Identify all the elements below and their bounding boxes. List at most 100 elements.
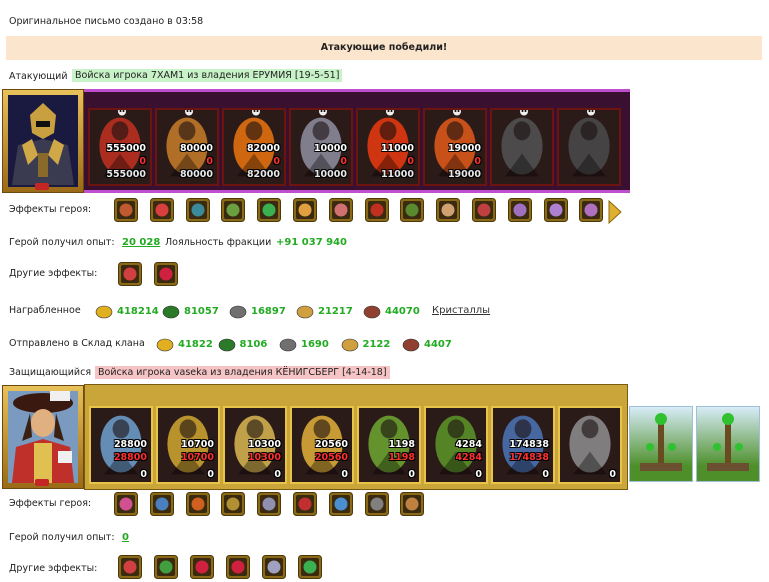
unit-lost: 0 <box>407 156 414 167</box>
defender-unit-griffin-knight[interactable]: 10700 10700 0 <box>156 406 220 484</box>
clan-gold-icon <box>156 335 174 353</box>
reward-wood-icon <box>162 302 180 320</box>
attacker-unit-dark-reaper[interactable] <box>557 108 621 186</box>
attacker-unit-flame-elemental[interactable]: 11000 0 11000 <box>356 108 420 186</box>
defender-mage-tower[interactable] <box>696 406 760 482</box>
attacker-effect-ring-icon[interactable] <box>543 198 568 222</box>
defender-name-badge[interactable]: Войска игрока vaseka из владения КЁНИГСБ… <box>95 366 390 379</box>
defender-unit-ghost-knight[interactable]: 0 <box>558 406 622 484</box>
defender-unit-elf-archer[interactable]: 1198 1198 0 <box>357 406 421 484</box>
defender-effect-crown-icon[interactable] <box>221 492 246 516</box>
reward-value: 44070 <box>385 306 420 317</box>
unit-remaining: 10000 <box>313 169 347 180</box>
unit-count: 20560 <box>314 439 348 450</box>
attacker-unit-shadow-beast[interactable] <box>490 108 554 186</box>
attacker-effect-scroll-icon[interactable] <box>579 198 604 222</box>
clan-value: 8106 <box>239 339 268 350</box>
cavalier-hero-art <box>8 391 78 483</box>
attacker-effect-armored-fist-icon[interactable] <box>114 198 138 222</box>
attacker-effect-open-hand-icon[interactable] <box>328 198 353 222</box>
defender-unit-castle-walls[interactable]: 28800 28800 0 <box>89 406 153 484</box>
unit-remaining: 0 <box>274 469 281 480</box>
defender-other-effect-sword-heart-icon[interactable] <box>118 555 142 579</box>
attacker-unit-stone-dragon[interactable]: 10000 0 10000 <box>289 108 353 186</box>
defender-unit-druid[interactable]: 4284 4284 0 <box>424 406 488 484</box>
reward-value: 21217 <box>318 306 353 317</box>
defender-unit-golden-griffin[interactable]: 20560 20560 0 <box>290 406 354 484</box>
attacker-effect-horn-icon[interactable] <box>436 198 461 222</box>
defender-mage-tower[interactable] <box>629 406 693 482</box>
skull-icon <box>318 110 328 117</box>
defender-hero-portrait[interactable] <box>2 385 84 489</box>
attacker-other-effect-hearts-icon[interactable] <box>154 262 178 286</box>
defender-xp-value[interactable]: 0 <box>122 532 129 543</box>
attacker-effect-shield-icon[interactable] <box>185 198 210 222</box>
armored-hero-art <box>8 95 78 187</box>
unit-lost: 1198 <box>388 452 415 463</box>
unit-count: 1198 <box>388 439 415 450</box>
defender-unit-crusader[interactable]: 174838 174838 0 <box>491 406 555 484</box>
attacker-effect-handshake-icon[interactable] <box>293 198 317 222</box>
unit-remaining: 80000 <box>179 169 213 180</box>
unit-lost: 28800 <box>113 452 147 463</box>
unit-count: 11000 <box>380 143 414 154</box>
attacker-effect-dice-icon[interactable] <box>149 198 174 222</box>
defender-other-effect-sword-icon[interactable] <box>298 555 322 579</box>
attacker-effect-claw-icon[interactable] <box>507 198 532 222</box>
attacker-effect-chest-icon[interactable] <box>472 198 496 222</box>
attacker-effect-xp-icon[interactable] <box>364 198 389 222</box>
attacker-unit-red-demon[interactable]: 555000 0 555000 <box>88 108 152 186</box>
crystals-link[interactable]: Кристаллы <box>432 305 490 316</box>
attacker-hero-portrait[interactable] <box>2 89 84 193</box>
defender-other-effect-arrow-icon[interactable] <box>154 555 178 579</box>
attacker-unit-fire-demon[interactable]: 82000 0 82000 <box>222 108 286 186</box>
defender-effect-horse-icon[interactable] <box>328 492 353 516</box>
reward-ore-icon <box>229 302 247 320</box>
attacker-effect-xp-tree-icon[interactable] <box>400 198 425 222</box>
defender-effect-castle-icon[interactable] <box>114 492 138 516</box>
defender-hero-effects-label: Эффекты героя: <box>9 498 92 509</box>
hero-crest <box>35 183 49 190</box>
defender-effect-blade-icon[interactable] <box>364 492 389 516</box>
attacker-effect-sword-icon[interactable] <box>257 198 282 222</box>
defender-effect-wings-icon[interactable] <box>257 492 282 516</box>
attacker-unit-lich-sorcerer[interactable]: 80000 0 80000 <box>155 108 219 186</box>
clan-wood-icon <box>218 335 236 353</box>
unit-remaining: 0 <box>341 469 348 480</box>
unit-count: 10000 <box>313 143 347 154</box>
skull-icon <box>519 110 529 117</box>
skull-icon <box>251 110 261 117</box>
defender-other-effect-heart-icon[interactable] <box>190 555 214 579</box>
scroll-right-arrow-icon[interactable] <box>608 199 622 225</box>
attacker-other-effect-sword-heart-icon[interactable] <box>118 262 142 286</box>
defender-effect-fire-shield-icon[interactable] <box>185 492 210 516</box>
unit-lost: 20560 <box>314 452 348 463</box>
attacker-xp-value[interactable]: 20 028 <box>122 237 160 248</box>
unit-remaining: 0 <box>207 469 214 480</box>
unit-lost: 10300 <box>247 452 281 463</box>
attacker-effect-gauntlet-icon[interactable] <box>221 198 246 222</box>
defender-unit-paladin[interactable]: 10300 10300 0 <box>223 406 287 484</box>
unit-remaining: 555000 <box>106 169 146 180</box>
attacker-name-badge[interactable]: Войска игрока 7XAM1 из владения ЕРУМИЯ [… <box>72 69 343 82</box>
defender-other-effect-blade-icon[interactable] <box>262 555 286 579</box>
hero-crest <box>35 479 49 486</box>
unit-remaining: 19000 <box>447 169 481 180</box>
clan-value: 4407 <box>424 339 452 350</box>
unit-remaining: 0 <box>408 469 415 480</box>
defender-other-effects-label: Другие эффекты: <box>9 563 98 574</box>
defender-effect-knight-icon[interactable] <box>149 492 174 516</box>
clan-wheat-icon <box>341 335 359 353</box>
clan-ore-icon <box>279 335 297 353</box>
unit-lost: 10700 <box>180 452 214 463</box>
unit-count: 10700 <box>180 439 214 450</box>
unit-lost: 0 <box>139 156 146 167</box>
letter-info: Оригинальное письмо создано в 03:58 <box>9 16 204 27</box>
attacker-unit-fire-giant[interactable]: 19000 0 19000 <box>423 108 487 186</box>
unit-lost: 174838 <box>509 452 549 463</box>
defender-other-effect-heart-icon[interactable] <box>226 555 250 579</box>
skull-icon <box>184 110 194 117</box>
defender-effect-round-shield-icon[interactable] <box>400 492 425 516</box>
reward-value: 81057 <box>184 306 219 317</box>
defender-effect-lion-icon[interactable] <box>293 492 317 516</box>
